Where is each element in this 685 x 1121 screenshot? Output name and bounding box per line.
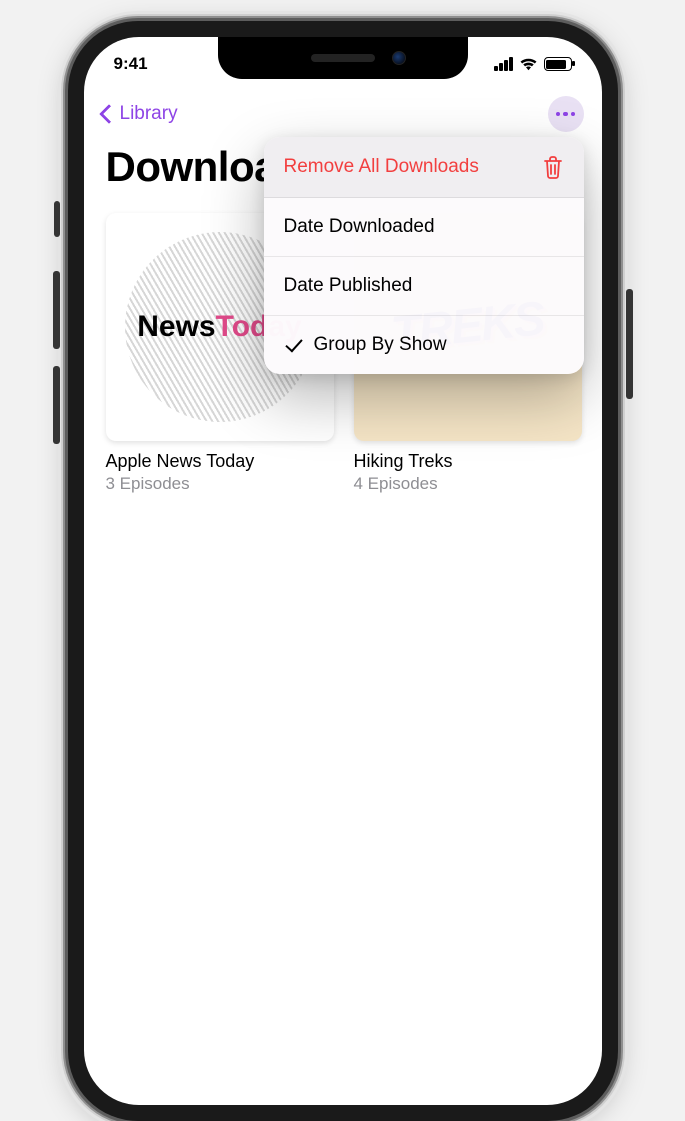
show-title: Apple News Today [106, 451, 334, 472]
back-label: Library [120, 103, 178, 125]
menu-item-date-downloaded[interactable]: Date Downloaded [264, 198, 584, 257]
volume-down-button[interactable] [53, 366, 60, 444]
menu-item-remove-all-downloads[interactable]: Remove All Downloads [264, 137, 584, 198]
notch [218, 37, 468, 79]
speaker-grille [311, 54, 375, 62]
phone-frame: 9:41 Library Downloaded [68, 21, 618, 1121]
menu-item-label: Date Published [284, 275, 413, 297]
cellular-signal-icon [494, 57, 513, 71]
battery-icon [544, 57, 572, 71]
power-button[interactable] [626, 289, 633, 399]
back-button[interactable]: Library [102, 103, 178, 125]
status-time: 9:41 [114, 54, 148, 74]
wifi-icon [519, 57, 538, 71]
more-options-button[interactable] [548, 96, 584, 132]
menu-item-label: Remove All Downloads [284, 156, 479, 178]
menu-item-label: Group By Show [314, 334, 447, 356]
show-title: Hiking Treks [354, 451, 582, 472]
volume-up-button[interactable] [53, 271, 60, 349]
mute-switch[interactable] [54, 201, 60, 237]
menu-item-label: Date Downloaded [284, 216, 435, 238]
show-subtitle: 3 Episodes [106, 474, 334, 494]
nav-bar: Library [84, 92, 602, 136]
check-icon [285, 334, 302, 352]
menu-item-date-published[interactable]: Date Published [264, 257, 584, 316]
front-camera [392, 51, 406, 65]
chevron-left-icon [99, 104, 119, 124]
context-menu: Remove All Downloads Date Downloaded Dat… [264, 137, 584, 374]
trash-icon [542, 155, 564, 179]
menu-item-group-by-show[interactable]: Group By Show [264, 316, 584, 374]
show-subtitle: 4 Episodes [354, 474, 582, 494]
screen: 9:41 Library Downloaded [84, 37, 602, 1105]
